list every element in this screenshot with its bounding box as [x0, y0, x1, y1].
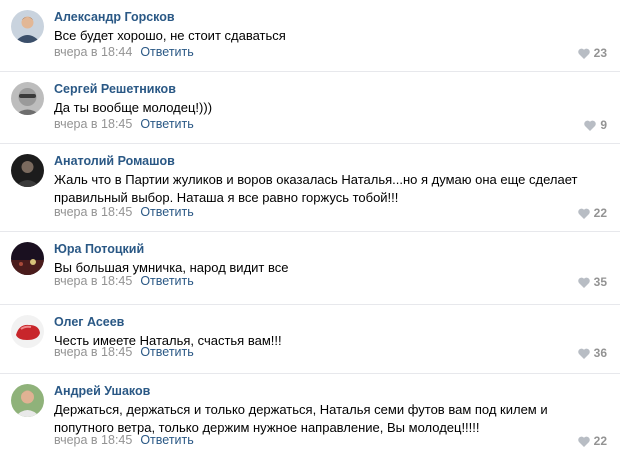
reply-button[interactable]: Ответить — [140, 433, 193, 447]
comment-author[interactable]: Анатолий Ромашов — [54, 154, 175, 168]
comment-time[interactable]: вчера в 18:45 — [54, 274, 132, 288]
comment-meta: вчера в 18:45 Ответить — [54, 274, 194, 288]
heart-icon — [577, 208, 590, 219]
comment-author[interactable]: Александр Горсков — [54, 10, 175, 24]
like-count: 35 — [593, 275, 607, 289]
heart-icon — [584, 120, 597, 131]
comment-author[interactable]: Юра Потоцкий — [54, 242, 144, 256]
like-button[interactable]: 23 — [577, 46, 607, 60]
comment-text-line: Жаль что в Партии жуликов и воров оказал… — [54, 172, 578, 187]
reply-button[interactable]: Ответить — [140, 117, 193, 131]
like-button[interactable]: 35 — [577, 275, 607, 289]
comment-time[interactable]: вчера в 18:45 — [54, 205, 132, 219]
comment-text: Все будет хорошо, не стоит сдаваться — [54, 27, 594, 45]
reply-button[interactable]: Ответить — [140, 274, 193, 288]
comment-author[interactable]: Андрей Ушаков — [54, 384, 150, 398]
heart-icon — [577, 277, 590, 288]
reply-button[interactable]: Ответить — [140, 205, 193, 219]
comment-item: Александр Горсков Все будет хорошо, не с… — [0, 0, 620, 72]
comment-author[interactable]: Олег Асеев — [54, 315, 124, 329]
avatar[interactable] — [11, 82, 44, 115]
comment-text: Жаль что в Партии жуликов и воров оказал… — [54, 171, 594, 207]
like-count: 36 — [593, 346, 607, 360]
comment-text-line: Все будет хорошо, не стоит сдаваться — [54, 28, 286, 43]
reply-button[interactable]: Ответить — [140, 345, 193, 359]
comment-text: Да ты вообще молодец!))) — [54, 99, 594, 117]
like-count: 9 — [600, 118, 607, 132]
comment-item: Сергей Решетников Да ты вообще молодец!)… — [0, 72, 620, 144]
comment-time[interactable]: вчера в 18:45 — [54, 117, 132, 131]
comment-time[interactable]: вчера в 18:45 — [54, 433, 132, 447]
comment-meta: вчера в 18:45 Ответить — [54, 345, 194, 359]
comment-text-line: Да ты вообще молодец!))) — [54, 100, 213, 115]
comment-item: Юра Потоцкий Вы большая умничка, народ в… — [0, 232, 620, 305]
like-count: 23 — [593, 46, 607, 60]
heart-icon — [577, 48, 590, 59]
avatar[interactable] — [11, 384, 44, 417]
comment-meta: вчера в 18:45 Ответить — [54, 205, 194, 219]
comment-text: Держаться, держаться и только держаться,… — [54, 401, 594, 437]
comment-list: Александр Горсков Все будет хорошо, не с… — [0, 0, 620, 455]
comment-item: Анатолий Ромашов Жаль что в Партии жулик… — [0, 144, 620, 232]
like-button[interactable]: 9 — [584, 118, 607, 132]
comment-meta: вчера в 18:45 Ответить — [54, 117, 194, 131]
comment-item: Олег Асеев Честь имеете Наталья, счастья… — [0, 305, 620, 374]
heart-icon — [577, 348, 590, 359]
avatar[interactable] — [11, 10, 44, 43]
like-button[interactable]: 36 — [577, 346, 607, 360]
comment-time[interactable]: вчера в 18:44 — [54, 45, 132, 59]
comment-meta: вчера в 18:45 Ответить — [54, 433, 194, 447]
avatar[interactable] — [11, 242, 44, 275]
avatar[interactable] — [11, 315, 44, 348]
like-count: 22 — [593, 434, 607, 448]
comment-meta: вчера в 18:44 Ответить — [54, 45, 194, 59]
comment-text-line: Держаться, держаться и только держаться,… — [54, 402, 548, 417]
comment-author[interactable]: Сергей Решетников — [54, 82, 176, 96]
comment-item: Андрей Ушаков Держаться, держаться и тол… — [0, 374, 620, 455]
reply-button[interactable]: Ответить — [140, 45, 193, 59]
like-count: 22 — [593, 206, 607, 220]
comment-time[interactable]: вчера в 18:45 — [54, 345, 132, 359]
avatar[interactable] — [11, 154, 44, 187]
heart-icon — [577, 436, 590, 447]
like-button[interactable]: 22 — [577, 434, 607, 448]
like-button[interactable]: 22 — [577, 206, 607, 220]
